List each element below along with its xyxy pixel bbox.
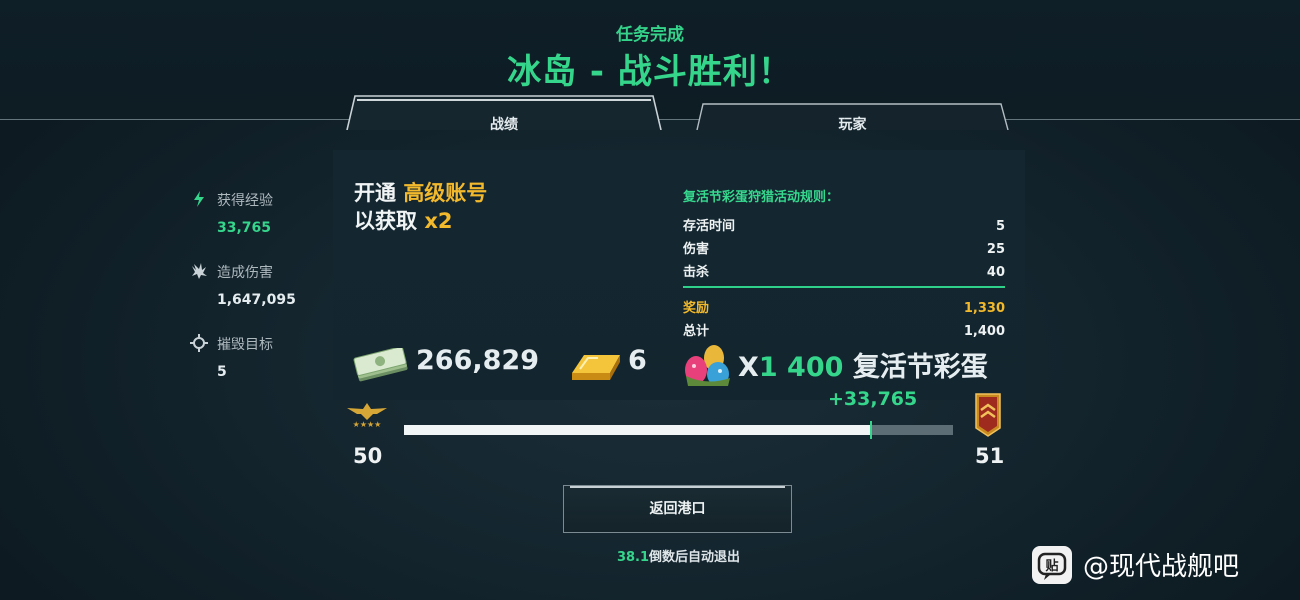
egg-label: 复活节彩蛋 — [852, 352, 988, 383]
svg-text:贴: 贴 — [1045, 558, 1058, 574]
svg-text:★★★★: ★★★★ — [353, 420, 382, 428]
gold-bar-icon — [572, 355, 620, 380]
stat-damage-value: 1,647,095 — [217, 292, 296, 308]
stat-damage-label: 造成伤害 — [217, 265, 273, 281]
return-to-port-label: 返回港口 — [649, 501, 706, 517]
rule-value: 25 — [986, 242, 1005, 257]
rule-row: 存活时间 5 — [683, 215, 1005, 238]
stat-experience-value: 33,765 — [217, 220, 272, 236]
countdown-text: 倒数后自动退出 — [649, 550, 741, 565]
total-value: 1,400 — [963, 324, 1005, 339]
countdown-seconds: 38.1 — [616, 550, 650, 565]
tieba-logo-icon: 贴 — [1032, 546, 1072, 584]
rule-value: 5 — [995, 219, 1005, 234]
egg-prefix: X — [738, 352, 759, 383]
button-highlight — [570, 486, 785, 488]
mission-complete-label: 任务完成 — [616, 25, 684, 45]
total-label: 总计 — [683, 324, 710, 339]
battle-result-title: 冰岛 - 战斗胜利！ — [507, 52, 793, 92]
current-level: 50 — [353, 444, 383, 468]
rank-shield-icon — [975, 393, 1001, 437]
next-level: 51 — [975, 444, 1005, 468]
lightning-icon — [194, 191, 204, 207]
stat-destroyed-label: 摧毁目标 — [217, 337, 273, 353]
tab-battle-record-label: 战绩 — [490, 117, 518, 133]
rule-label: 伤害 — [683, 242, 710, 257]
xp-progress-fill — [404, 425, 871, 435]
egg-multiplier: 1 — [758, 352, 778, 383]
stat-experience-label: 获得经验 — [217, 193, 273, 209]
reward-value: 1,330 — [963, 301, 1005, 316]
rule-reward-row: 奖励 1,330 — [683, 297, 1005, 320]
xp-progress-marker — [870, 421, 872, 439]
egg-count: 400 — [787, 352, 844, 383]
egg-reward: X1 400 复活节彩蛋 — [738, 345, 988, 384]
explosion-icon — [192, 263, 207, 279]
rule-total-row: 总计 1,400 — [683, 320, 1005, 343]
crosshair-icon — [190, 334, 208, 352]
promo-prefix-1: 开通 — [354, 181, 396, 205]
tab-players[interactable]: 玩家 — [695, 102, 1010, 133]
xp-gain-label: +33,765 — [828, 388, 918, 410]
watermark-text: @现代战舰吧 — [1083, 552, 1240, 582]
reward-label: 奖励 — [683, 301, 710, 316]
rule-row: 伤害 25 — [683, 238, 1005, 261]
premium-promo[interactable]: 开通 高级账号 以获取 x2 — [354, 179, 487, 235]
gold-reward-value: 6 — [628, 345, 647, 376]
rules-divider — [683, 286, 1005, 288]
rule-label: 击杀 — [683, 265, 710, 280]
easter-eggs-icon — [685, 345, 730, 386]
event-rules-title: 复活节彩蛋狩猎活动规则： — [683, 190, 840, 205]
cash-icon — [353, 348, 408, 382]
stat-destroyed-value: 5 — [217, 364, 227, 380]
rule-label: 存活时间 — [683, 219, 736, 234]
return-to-port-button[interactable]: 返回港口 — [563, 485, 792, 533]
tab-battle-record[interactable]: 战绩 — [345, 94, 663, 133]
rank-eagle-icon: ★★★★ — [347, 403, 387, 428]
money-reward-value: 266,829 — [416, 345, 539, 376]
tab-players-label: 玩家 — [838, 117, 867, 133]
rule-value: 40 — [986, 265, 1005, 280]
rule-row: 击杀 40 — [683, 261, 1005, 284]
event-rules-table: 复活节彩蛋狩猎活动规则： 存活时间 5 伤害 25 击杀 40 奖励 1,330… — [683, 186, 1005, 343]
promo-prefix-2: 以获取 — [354, 209, 417, 233]
promo-multiplier: x2 — [424, 209, 453, 233]
premium-account-link[interactable]: 高级账号 — [403, 181, 487, 205]
